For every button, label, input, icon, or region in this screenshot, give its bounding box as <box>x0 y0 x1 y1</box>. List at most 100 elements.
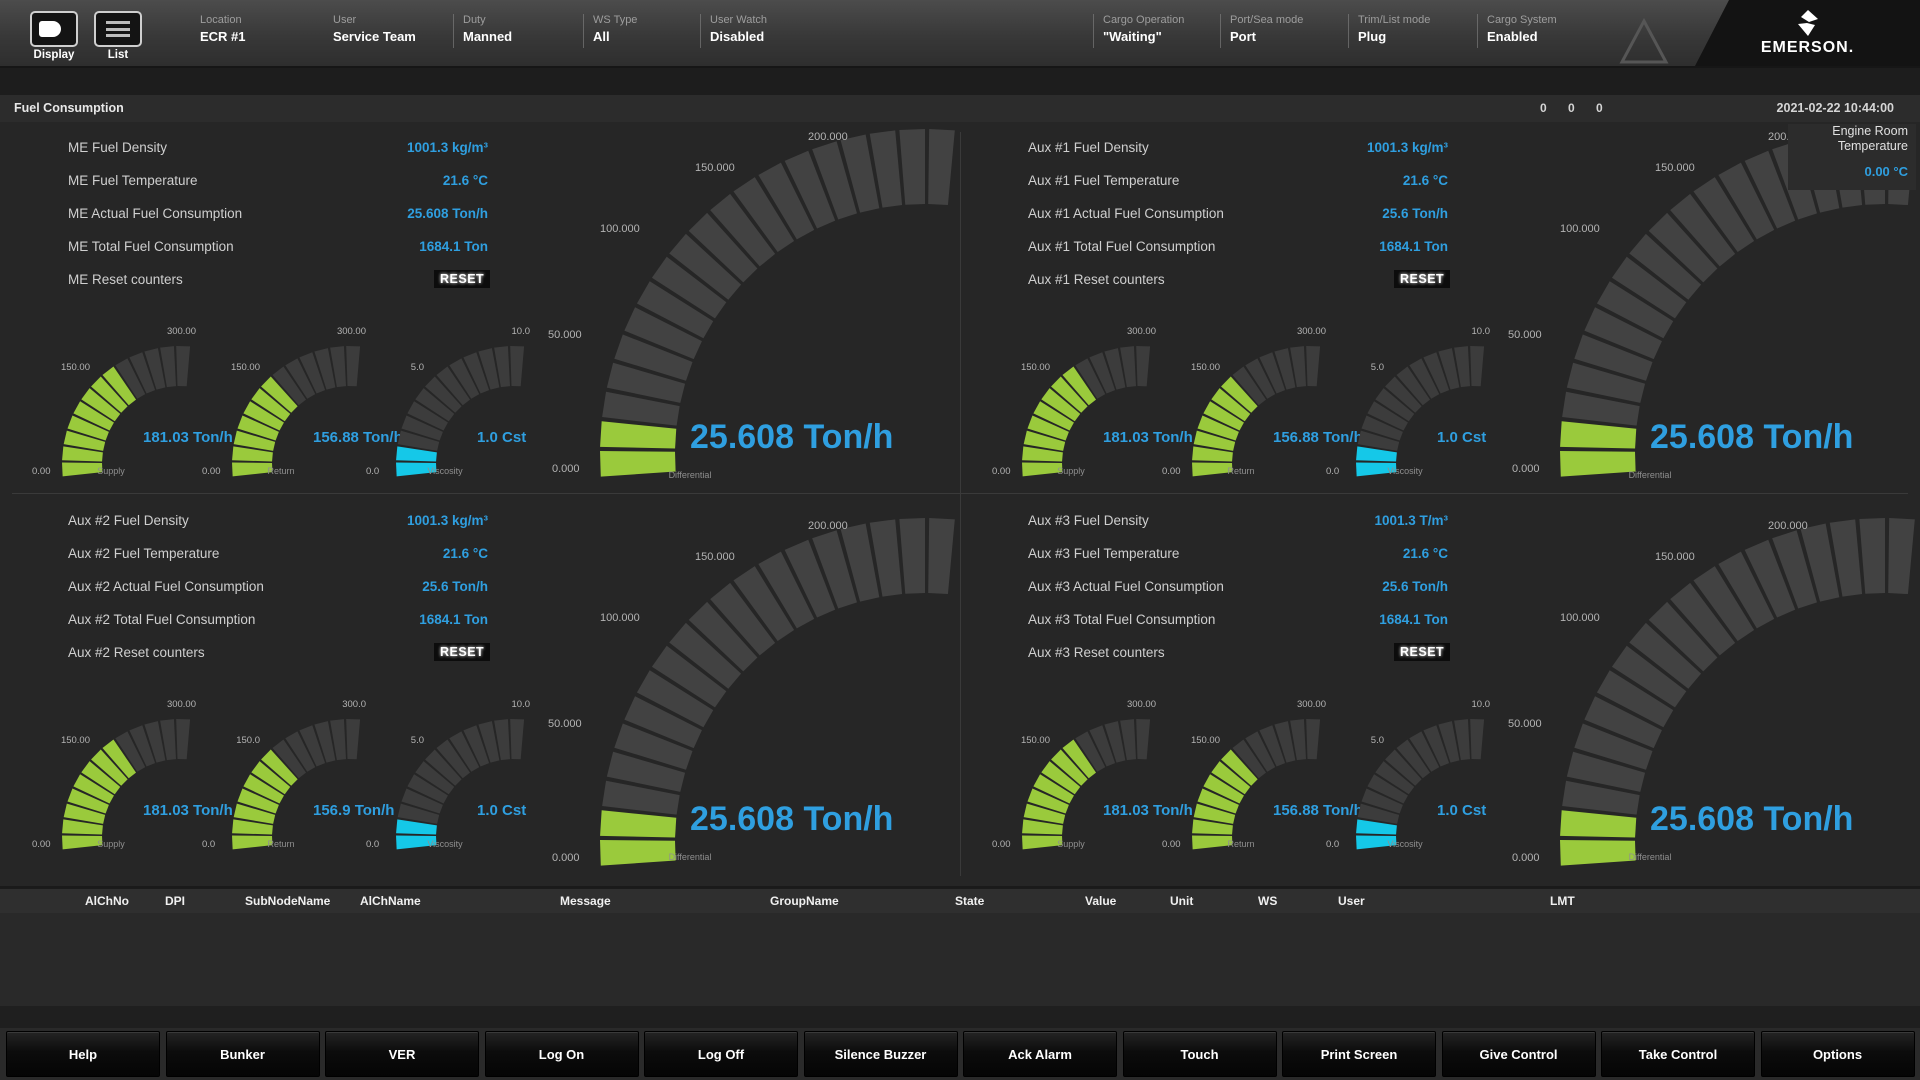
button-touch[interactable]: Touch <box>1123 1031 1277 1077</box>
field-label: Aux #2 Total Fuel Consumption <box>68 612 255 627</box>
button-log-on[interactable]: Log On <box>485 1031 639 1077</box>
svg-text:10.0: 10.0 <box>512 699 531 710</box>
differential-gauge-label: Differential <box>1595 852 1705 862</box>
field-label: Aux #1 Fuel Temperature <box>1028 173 1179 188</box>
field-divider <box>1348 14 1349 48</box>
svg-text:150.00: 150.00 <box>61 735 90 746</box>
differential-gauge-label: Differential <box>635 852 745 862</box>
supply-gauge: 0.00150.00300.00 <box>28 687 198 852</box>
svg-text:0.0: 0.0 <box>202 839 215 850</box>
display-icon <box>39 21 61 37</box>
differential-gauge-label: Differential <box>635 470 745 480</box>
reset-button-aux2[interactable]: RESET <box>434 643 490 661</box>
status-indicators: 0 0 0 <box>1540 101 1612 115</box>
svg-text:10.0: 10.0 <box>512 326 531 337</box>
field-divider <box>453 14 454 48</box>
field-divider <box>1220 14 1221 48</box>
field-value: 25.6 Ton/h <box>1248 579 1448 594</box>
field-value: 21.6 °C <box>1248 546 1448 561</box>
warning-triangle-icon <box>1618 16 1670 66</box>
field-divider <box>583 14 584 48</box>
alarm-column-message: Message <box>560 894 611 908</box>
list-button-label: List <box>92 49 144 61</box>
button-log-off[interactable]: Log Off <box>644 1031 798 1077</box>
datetime: 2021-02-22 10:44:00 <box>1777 101 1894 115</box>
list-button[interactable]: List <box>92 11 144 61</box>
reset-button-me[interactable]: RESET <box>434 270 490 288</box>
alarm-column-unit: Unit <box>1170 894 1193 908</box>
emerson-diamond-icon <box>1798 10 1818 36</box>
svg-text:50.000: 50.000 <box>1508 718 1542 730</box>
display-button[interactable]: Display <box>28 11 80 61</box>
spacer-strip <box>0 68 1920 95</box>
supply-gauge-label: Supply <box>56 839 166 849</box>
svg-text:150.00: 150.00 <box>1191 735 1220 746</box>
field-label: Aux #2 Fuel Density <box>68 513 189 528</box>
field-label: Aux #2 Actual Fuel Consumption <box>68 579 264 594</box>
button-silence-buzzer[interactable]: Silence Buzzer <box>804 1031 958 1077</box>
svg-text:200.000: 200.000 <box>1768 520 1808 532</box>
svg-text:0.00: 0.00 <box>992 466 1011 477</box>
alarm-column-user: User <box>1338 894 1365 908</box>
button-take-control[interactable]: Take Control <box>1601 1031 1755 1077</box>
svg-text:300.00: 300.00 <box>1127 699 1156 710</box>
svg-text:100.000: 100.000 <box>600 223 640 235</box>
display-button-label: Display <box>28 49 80 61</box>
top-status-bar: Display List LocationECR #1UserService T… <box>0 0 1920 68</box>
svg-text:5.0: 5.0 <box>1371 735 1384 746</box>
field-label: ME Total Fuel Consumption <box>68 239 234 254</box>
supply-gauge: 0.00150.00300.00 <box>988 314 1158 479</box>
field-value: 1684.1 Ton <box>288 612 488 627</box>
svg-text:0.0: 0.0 <box>1326 839 1339 850</box>
reset-button-aux1[interactable]: RESET <box>1394 270 1450 288</box>
panel-aux1: Aux #1 Fuel Density1001.3 kg/m³Aux #1 Fu… <box>970 122 1920 494</box>
engine-room-label-2: Temperature <box>1788 139 1908 154</box>
svg-text:5.0: 5.0 <box>411 735 424 746</box>
viscosity-gauge-label: Viscosity <box>1350 839 1460 849</box>
viscosity-gauge: 0.0 5.0 10.0 <box>362 687 532 852</box>
svg-text:0.00: 0.00 <box>1162 466 1181 477</box>
svg-text:0.00: 0.00 <box>1162 839 1181 850</box>
svg-text:200.000: 200.000 <box>808 131 848 143</box>
viscosity-gauge: 0.05.010.0 <box>1322 314 1492 479</box>
status-field-location: LocationECR #1 <box>200 14 246 44</box>
svg-text:150.00: 150.00 <box>1191 362 1220 373</box>
svg-text:200.000: 200.000 <box>808 520 848 532</box>
svg-text:150.000: 150.000 <box>1655 551 1695 563</box>
viscosity-gauge-label: Viscosity <box>390 466 500 476</box>
reset-button-aux3[interactable]: RESET <box>1394 643 1450 661</box>
button-help[interactable]: Help <box>6 1031 160 1077</box>
button-give-control[interactable]: Give Control <box>1442 1031 1596 1077</box>
button-bunker[interactable]: Bunker <box>166 1031 320 1077</box>
alarm-table-body[interactable] <box>0 913 1920 1006</box>
field-label: ME Fuel Density <box>68 140 167 155</box>
field-value: 1684.1 Ton <box>288 239 488 254</box>
differential-gauge-value: 25.608 Ton/h <box>1650 800 1853 839</box>
status-field-cargo-operation: Cargo Operation"Waiting" <box>1103 14 1184 44</box>
alarm-column-alchname: AlChName <box>360 894 421 908</box>
svg-text:0.000: 0.000 <box>552 852 580 864</box>
status-field-user-watch: User WatchDisabled <box>710 14 767 44</box>
button-ver[interactable]: VER <box>325 1031 479 1077</box>
engine-room-label-1: Engine Room <box>1788 124 1908 139</box>
status-field-cargo-system: Cargo SystemEnabled <box>1487 14 1557 44</box>
differential-gauge-value: 25.608 Ton/h <box>690 800 893 839</box>
svg-text:150.000: 150.000 <box>695 162 735 174</box>
return-gauge: 0.00150.00300.00 <box>1158 314 1328 479</box>
panel-aux3: Aux #3 Fuel Density1001.3 T/m³Aux #3 Fue… <box>970 495 1920 867</box>
page-title: Fuel Consumption <box>14 101 124 115</box>
return-gauge: 0.00150.00300.00 <box>1158 687 1328 852</box>
engine-room-temperature-panel: Engine Room Temperature 0.00 °C <box>1788 124 1916 190</box>
supply-gauge-label: Supply <box>1016 466 1126 476</box>
button-print-screen[interactable]: Print Screen <box>1282 1031 1436 1077</box>
button-options[interactable]: Options <box>1761 1031 1915 1077</box>
svg-text:150.00: 150.00 <box>1021 735 1050 746</box>
svg-text:300.00: 300.00 <box>167 326 196 337</box>
engine-room-temperature-value: 0.00 °C <box>1788 164 1908 179</box>
spacer-strip-bottom <box>0 1006 1920 1028</box>
button-ack-alarm[interactable]: Ack Alarm <box>963 1031 1117 1077</box>
svg-text:100.000: 100.000 <box>1560 612 1600 624</box>
list-icon <box>106 21 130 37</box>
svg-text:0.0: 0.0 <box>366 839 379 850</box>
field-label: ME Fuel Temperature <box>68 173 198 188</box>
